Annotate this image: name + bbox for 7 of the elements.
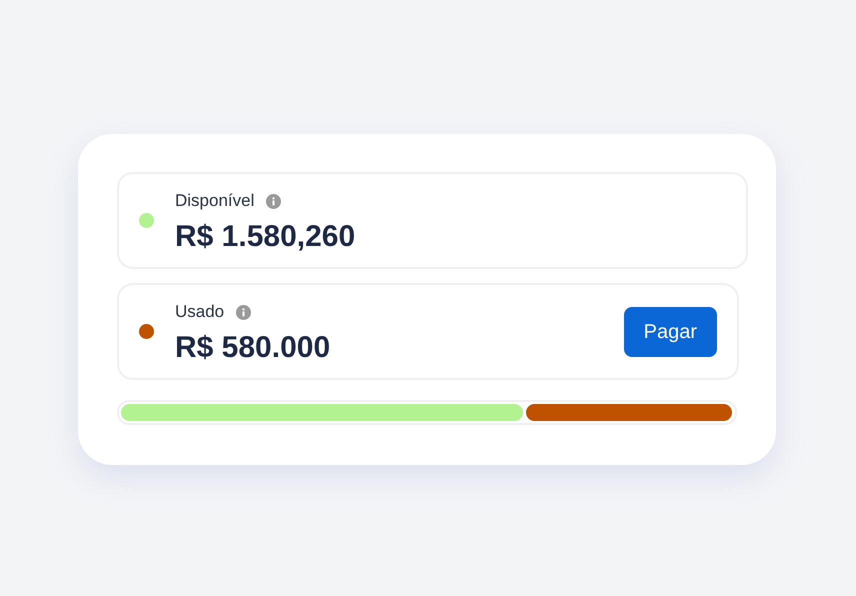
balance-label: Disponível — [175, 190, 254, 212]
info-icon[interactable] — [266, 194, 282, 208]
balance-amount: R$ 1.580,260 — [175, 220, 356, 253]
balance-amount: R$ 580.000 — [175, 330, 330, 364]
balance-label: Usado — [175, 301, 224, 324]
info-icon[interactable] — [236, 304, 252, 320]
pay-button[interactable]: Pagar — [624, 306, 717, 356]
